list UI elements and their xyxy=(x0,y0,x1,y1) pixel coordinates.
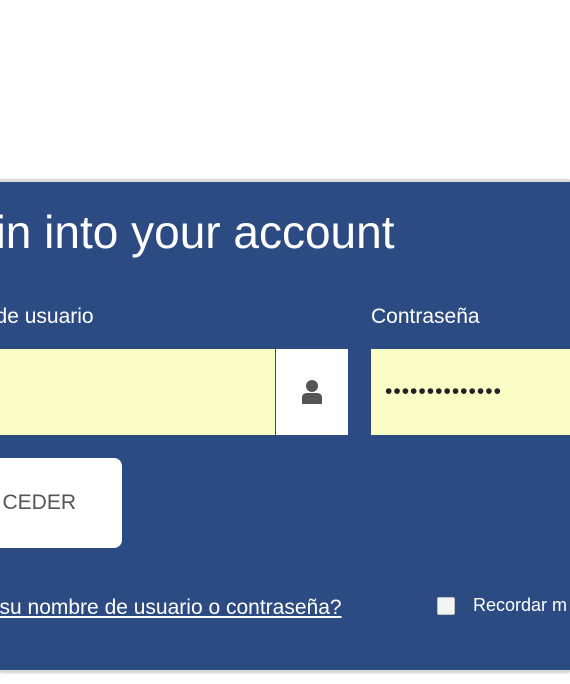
username-input[interactable] xyxy=(0,349,275,435)
password-field-container xyxy=(371,349,570,435)
user-icon xyxy=(302,380,322,404)
remember-checkbox[interactable] xyxy=(437,596,455,615)
forgot-credentials-link[interactable]: o su nombre de usuario o contraseña? xyxy=(0,595,342,621)
login-panel: gin into your account e de usuario Contr… xyxy=(0,180,570,672)
username-icon-box xyxy=(276,349,348,435)
password-label: Contraseña xyxy=(371,305,480,328)
login-title: gin into your account xyxy=(0,206,395,258)
remember-label: Recordar m xyxy=(473,595,568,615)
password-input[interactable] xyxy=(385,349,570,435)
username-label: e de usuario xyxy=(0,305,94,328)
username-field-container xyxy=(0,349,275,435)
submit-button[interactable]: CEDER xyxy=(0,458,122,548)
remember-me[interactable]: Recordar m xyxy=(437,595,567,616)
